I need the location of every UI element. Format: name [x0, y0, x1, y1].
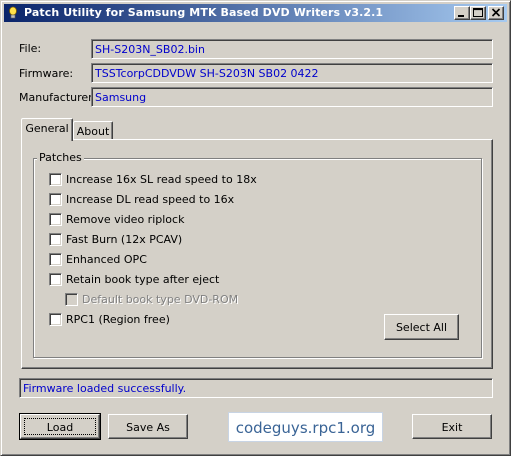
title-bar[interactable]: Patch Utility for Samsung MTK Based DVD … [4, 4, 507, 22]
checkbox-increase-sl-speed[interactable] [49, 173, 62, 186]
codeguys-logo-link[interactable]: codeguys.rpc1.org [228, 412, 383, 442]
checkbox-retain-book-type[interactable] [49, 273, 62, 286]
tab-about-label: About [76, 125, 110, 138]
exit-button[interactable]: Exit [412, 414, 492, 439]
checkbox-label-enhanced-opc: Enhanced OPC [66, 253, 147, 266]
checkbox-remove-riplock[interactable] [49, 213, 62, 226]
minimize-button[interactable] [454, 6, 470, 20]
checkbox-fast-burn[interactable] [49, 233, 62, 246]
file-field[interactable]: SH-S203N_SB02.bin [91, 39, 493, 59]
checkbox-label-fast-burn: Fast Burn (12x PCAV) [66, 233, 183, 246]
checkbox-label-remove-riplock: Remove video riplock [66, 213, 185, 226]
select-all-label: Select All [395, 321, 448, 334]
tab-about[interactable]: About [73, 121, 113, 139]
checkbox-label-increase-sl-speed: Increase 16x SL read speed to 18x [66, 173, 257, 186]
status-bar: Firmware loaded successfully. [19, 378, 493, 398]
close-button[interactable] [488, 6, 504, 20]
firmware-field[interactable]: TSSTcorpCDDVDW SH-S203N SB02 0422 [91, 63, 493, 83]
manufacturer-label: Manufacturer: [19, 91, 97, 104]
status-text: Firmware loaded successfully. [23, 382, 187, 395]
file-label: File: [19, 42, 42, 55]
lightbulb-icon [8, 6, 18, 20]
minimize-icon [458, 15, 464, 17]
checkbox-label-increase-dl-speed: Increase DL read speed to 16x [66, 193, 235, 206]
firmware-label: Firmware: [19, 67, 74, 80]
checkbox-enhanced-opc[interactable] [49, 253, 62, 266]
checkbox-default-book-type [65, 293, 78, 306]
close-icon [491, 8, 501, 17]
main-window: Patch Utility for Samsung MTK Based DVD … [0, 0, 511, 456]
load-button[interactable]: Load [19, 413, 101, 440]
save-as-label: Save As [126, 421, 170, 434]
maximize-icon [473, 8, 483, 17]
tab-general[interactable]: General [21, 118, 73, 141]
focus-rect [24, 418, 96, 435]
manufacturer-field[interactable]: Samsung [91, 87, 493, 107]
maximize-button[interactable] [470, 6, 486, 20]
checkbox-label-default-book-type: Default book type DVD-ROM [82, 293, 239, 306]
exit-label: Exit [441, 421, 463, 434]
save-as-button[interactable]: Save As [108, 414, 188, 439]
tab-general-label: General [25, 122, 69, 135]
window-title: Patch Utility for Samsung MTK Based DVD … [24, 6, 384, 19]
logo-text: codeguys.rpc1.org [235, 419, 376, 437]
select-all-button[interactable]: Select All [384, 314, 459, 340]
patches-group-label: Patches [37, 151, 84, 164]
checkbox-increase-dl-speed[interactable] [49, 193, 62, 206]
checkbox-label-retain-book-type: Retain book type after eject [66, 273, 220, 286]
checkbox-label-rpc1: RPC1 (Region free) [66, 313, 170, 326]
checkbox-rpc1[interactable] [49, 313, 62, 326]
